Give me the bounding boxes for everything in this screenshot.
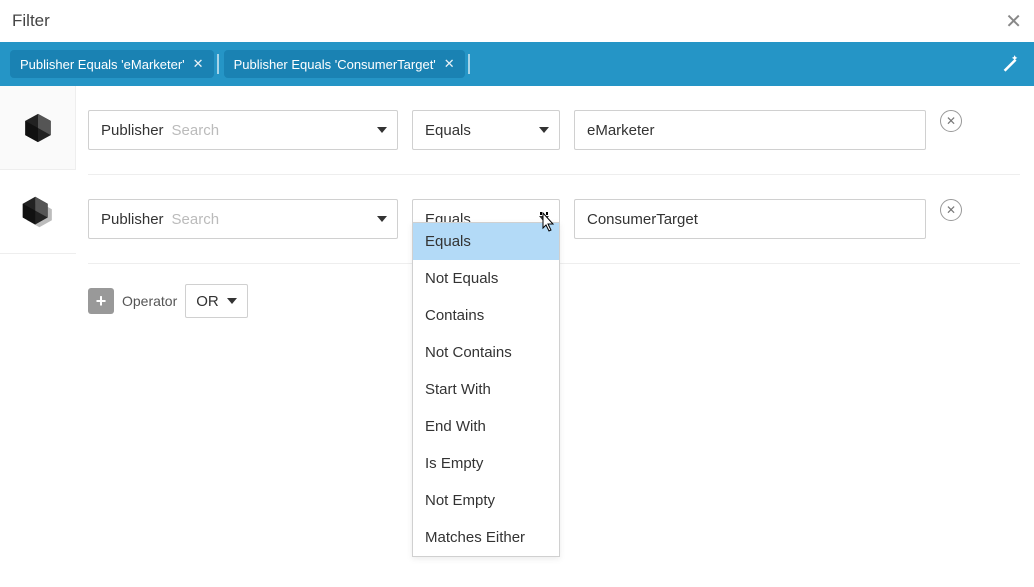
dialog-title: Filter [12, 11, 50, 31]
clear-row-button[interactable]: ✕ [940, 199, 962, 221]
chip-remove-icon[interactable]: ✕ [193, 56, 204, 72]
dropdown-option[interactable]: Matches Either [413, 519, 559, 556]
left-rail [0, 86, 76, 338]
filter-chip[interactable]: Publisher Equals 'eMarketer' ✕ [10, 50, 214, 78]
filter-row: Publisher Search Equals ✕ [88, 86, 1020, 174]
field-select[interactable]: Publisher Search [88, 110, 398, 150]
filter-chips-bar: Publisher Equals 'eMarketer' ✕ Publisher… [0, 42, 1034, 86]
cube-icon [21, 111, 55, 145]
dropdown-option[interactable]: Not Empty [413, 482, 559, 519]
add-filter-button[interactable]: + [88, 288, 114, 314]
cube-stack-icon [20, 194, 56, 230]
content-area: Publisher Search Equals ✕ Publisher Sear… [0, 86, 1034, 338]
value-input[interactable] [587, 111, 913, 149]
value-input-wrap [574, 110, 926, 150]
operator-select[interactable]: Equals [412, 110, 560, 150]
chip-label: Publisher Equals 'eMarketer' [20, 57, 185, 72]
operator-label: Operator [122, 293, 177, 309]
field-select[interactable]: Publisher Search [88, 199, 398, 239]
dialog-header: Filter ✕ [0, 0, 1034, 42]
value-input[interactable] [587, 200, 913, 238]
chevron-down-icon [539, 127, 549, 133]
close-icon[interactable]: ✕ [1005, 9, 1022, 34]
dropdown-option[interactable]: Is Empty [413, 445, 559, 482]
field-label: Publisher [101, 211, 164, 228]
logic-operator-select[interactable]: OR [185, 284, 248, 318]
cube-icon-slot[interactable] [0, 170, 76, 254]
field-search-placeholder: Search [172, 122, 220, 139]
operator-value: Equals [425, 122, 471, 139]
dropdown-option[interactable]: Not Contains [413, 334, 559, 371]
chevron-down-icon [377, 216, 387, 222]
chevron-down-icon [377, 127, 387, 133]
value-input-wrap [574, 199, 926, 239]
filter-chip[interactable]: Publisher Equals 'ConsumerTarget' ✕ [224, 50, 465, 78]
dropdown-option[interactable]: Contains [413, 297, 559, 334]
field-search-placeholder: Search [172, 211, 220, 228]
chevron-down-icon [227, 298, 237, 304]
logic-operator-value: OR [196, 293, 219, 310]
wand-icon[interactable] [1000, 52, 1022, 77]
field-label: Publisher [101, 122, 164, 139]
cube-icon-slot[interactable] [0, 86, 76, 170]
operator-dropdown: Equals Not Equals Contains Not Contains … [412, 222, 560, 557]
dropdown-option[interactable]: Start With [413, 371, 559, 408]
chip-remove-icon[interactable]: ✕ [444, 56, 455, 72]
clear-row-button[interactable]: ✕ [940, 110, 962, 132]
filter-builder: Publisher Search Equals ✕ Publisher Sear… [76, 86, 1034, 338]
dropdown-option[interactable]: Not Equals [413, 260, 559, 297]
dropdown-option[interactable]: End With [413, 408, 559, 445]
dropdown-option[interactable]: Equals [413, 223, 559, 260]
chip-label: Publisher Equals 'ConsumerTarget' [234, 57, 436, 72]
